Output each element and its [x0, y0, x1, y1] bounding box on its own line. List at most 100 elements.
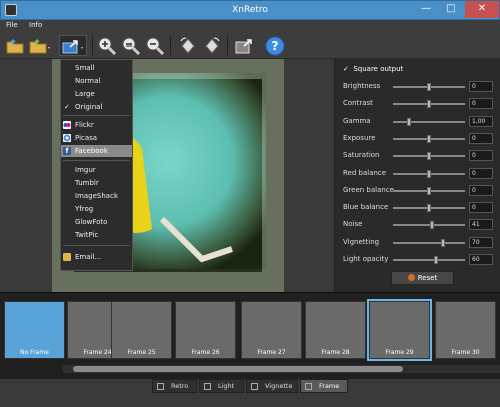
zoom-out-button[interactable]: [144, 35, 166, 56]
menu-item-label: Email...: [75, 253, 102, 261]
tab-label: Retro: [171, 382, 189, 390]
adjustment-slider[interactable]: [393, 259, 465, 261]
adjustment-value-field[interactable]: 60: [469, 254, 493, 265]
adjustment-panel: ✓ Square output Brightness 0 Contrast 0 Gamm…: [334, 59, 500, 292]
tab-vignette[interactable]: Vignette: [246, 379, 298, 393]
menu-item-yfrog[interactable]: Yfrog: [61, 203, 132, 215]
picasa-icon: [63, 134, 71, 142]
adjustment-value-field[interactable]: 41: [469, 219, 493, 231]
frame-label: Frame 27: [257, 349, 286, 356]
slider-thumb[interactable]: [427, 204, 431, 213]
export-folder-button[interactable]: [29, 35, 51, 56]
adjustment-value-field[interactable]: 0: [469, 167, 493, 179]
help-button[interactable]: ?: [264, 35, 286, 56]
frame-thumbnail[interactable]: Frame 29: [367, 299, 432, 361]
open-folder-button[interactable]: [4, 35, 26, 56]
tab-retro[interactable]: Retro: [152, 379, 197, 393]
slider-thumb[interactable]: [427, 100, 431, 109]
reset-button[interactable]: Reset: [391, 271, 454, 285]
slider-thumb[interactable]: [433, 256, 438, 264]
adjustment-value-field[interactable]: 0: [469, 150, 493, 162]
menu-item-label: Small: [75, 64, 95, 72]
adjustment-label: Blue balance: [343, 203, 389, 212]
menu-item-normal[interactable]: Normal: [61, 75, 132, 87]
frame-thumbnail[interactable]: Frame 26: [175, 301, 236, 359]
adjustment-value-field[interactable]: 1,00: [469, 115, 493, 127]
menu-item-small[interactable]: Small: [61, 62, 132, 74]
menu-item-twitpic[interactable]: TwitPic: [61, 229, 132, 241]
menu-item-picasa[interactable]: Picasa: [61, 132, 132, 144]
adjustment-value-field[interactable]: 70: [469, 236, 493, 248]
slider-thumb[interactable]: [406, 117, 411, 126]
zoom-in-icon: [98, 37, 116, 55]
adjustment-slider[interactable]: [393, 120, 465, 123]
menu-item-email[interactable]: Email...: [61, 251, 132, 263]
rotate-left-button[interactable]: [177, 35, 199, 56]
menu-file[interactable]: File: [6, 21, 18, 29]
frame-thumbnail[interactable]: Frame 28: [305, 301, 366, 359]
adjustment-label: Green balance: [343, 185, 394, 194]
frame-label: No Frame: [20, 349, 49, 356]
adjustment-row: Noise 41: [343, 219, 495, 231]
tab-frame[interactable]: Frame: [300, 379, 348, 393]
adjustment-label: Contrast: [343, 99, 373, 108]
facebook-icon: f: [63, 147, 71, 155]
fullscreen-button[interactable]: [233, 35, 255, 56]
slider-thumb[interactable]: [427, 134, 431, 143]
adjustment-label: Gamma: [343, 116, 371, 125]
tab-light[interactable]: Light: [199, 379, 244, 393]
adjustment-label: Vignetting: [343, 237, 380, 246]
adjustment-slider[interactable]: [393, 224, 465, 227]
menu-item-facebook[interactable]: f Facebook: [61, 145, 132, 157]
adjustment-row: Blue balance 0: [343, 202, 495, 214]
minimize-button[interactable]: —: [414, 1, 438, 18]
zoom-in-button[interactable]: [96, 35, 118, 56]
slider-thumb[interactable]: [427, 83, 431, 91]
slider-thumb[interactable]: [440, 238, 445, 247]
frame-thumbnail[interactable]: Frame 25: [111, 301, 172, 359]
zoom-reset-button[interactable]: [120, 35, 142, 56]
toolbar: ?: [0, 32, 500, 59]
frame-thumbnail[interactable]: No Frame: [4, 301, 65, 359]
menu-item-large[interactable]: Large: [61, 88, 132, 100]
rotate-right-button[interactable]: [201, 35, 223, 56]
adjustment-value-field[interactable]: 0: [469, 132, 493, 144]
close-button[interactable]: ✕: [465, 1, 499, 18]
zoom-out-icon: [146, 37, 164, 55]
frame-label: Frame 26: [191, 349, 220, 356]
frame-scrollbar[interactable]: [63, 365, 500, 373]
export-folder-icon: [29, 38, 50, 53]
adjustment-value-field[interactable]: 0: [469, 98, 493, 110]
slider-thumb[interactable]: [427, 186, 431, 195]
menu-info[interactable]: Info: [29, 21, 42, 29]
frame-icon: [305, 383, 312, 390]
adjustment-value-field[interactable]: 0: [469, 184, 493, 196]
adjustment-slider[interactable]: [393, 241, 465, 244]
square-output-checkbox[interactable]: ✓ Square output: [343, 65, 403, 73]
menu-item-flickr[interactable]: Flickr: [61, 119, 132, 131]
adjustment-value-field[interactable]: 0: [469, 81, 493, 92]
rotate-right-icon: [205, 37, 220, 54]
slider-thumb[interactable]: [430, 221, 435, 230]
menu-item-label: TwitPic: [75, 231, 99, 239]
adjustment-label: Noise: [343, 220, 363, 229]
reset-label: Reset: [417, 274, 438, 282]
zoom-reset-icon: [122, 37, 140, 55]
adjustment-row: Red balance 0: [343, 167, 495, 180]
retro-icon: [157, 383, 164, 390]
menu-item-tumblr[interactable]: Tumblr: [61, 177, 132, 189]
slider-thumb[interactable]: [427, 169, 431, 178]
share-button[interactable]: [59, 35, 87, 56]
menu-item-original[interactable]: ✓ Original: [61, 101, 132, 113]
scroll-thumb[interactable]: [73, 366, 403, 372]
menu-item-imageshack[interactable]: ImageShack: [61, 190, 132, 202]
adjustment-value-field[interactable]: 0: [469, 202, 493, 214]
menu-item-glowfoto[interactable]: GlowFoto: [61, 216, 132, 228]
adjustment-row: Gamma 1,00: [343, 115, 495, 128]
open-folder-icon: [6, 38, 24, 53]
frame-thumbnail[interactable]: Frame 27: [241, 301, 302, 359]
maximize-button[interactable]: □: [439, 1, 463, 18]
frame-thumbnail[interactable]: Frame 30: [435, 301, 496, 359]
menu-item-imgur[interactable]: Imgur: [61, 164, 132, 176]
slider-thumb[interactable]: [427, 152, 431, 161]
